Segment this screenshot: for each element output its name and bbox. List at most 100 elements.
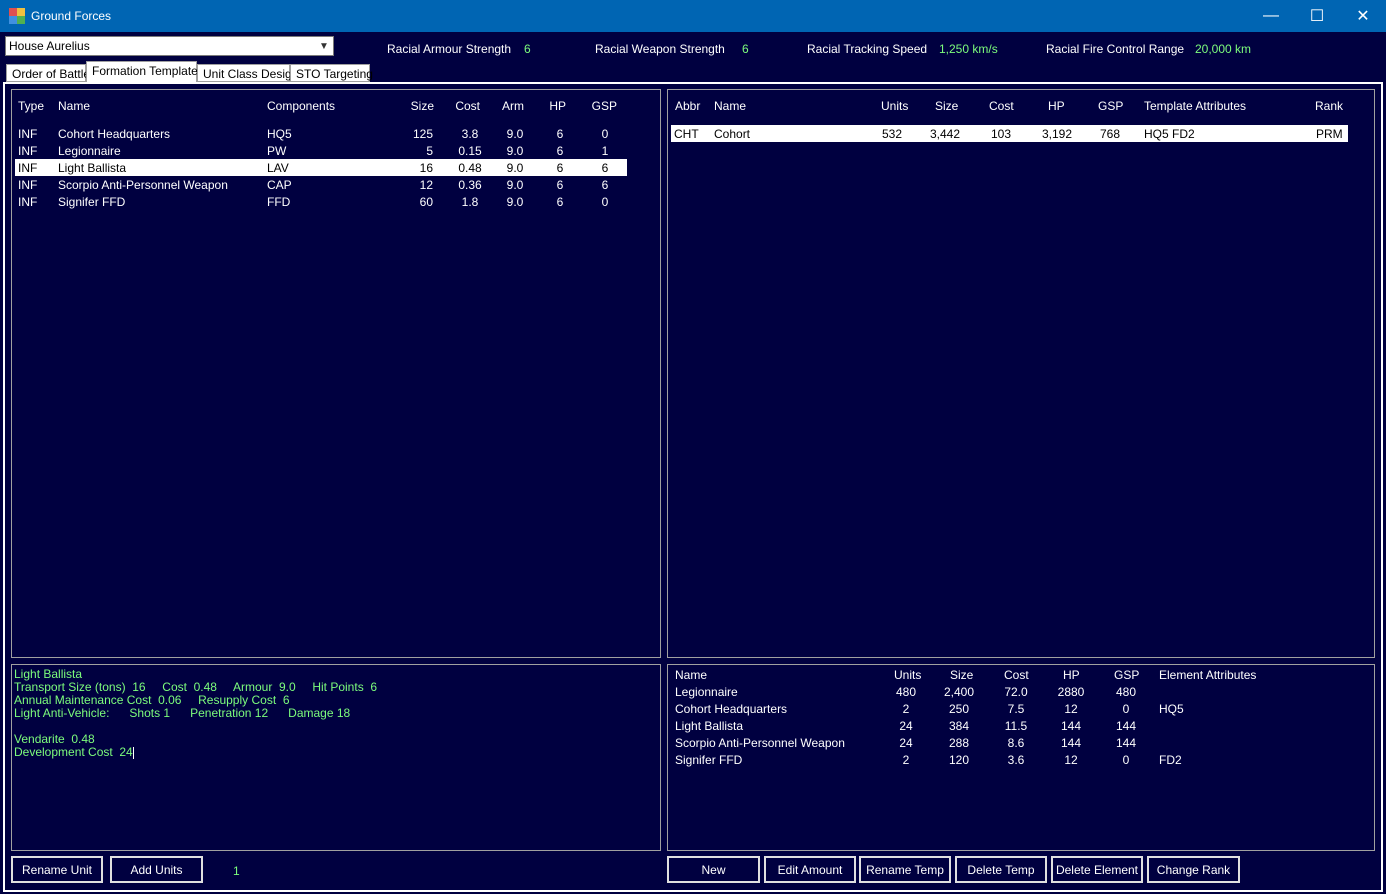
title-bar: Ground Forces — ☐ ✕	[0, 0, 1386, 32]
cell-components: FFD	[267, 195, 291, 209]
cell-arm: 9.0	[506, 144, 524, 158]
cell-type: INF	[18, 161, 38, 175]
cell-name: Scorpio Anti-Personnel Weapon	[58, 178, 228, 192]
col-name[interactable]: Name	[714, 99, 746, 113]
cell-components: HQ5	[267, 127, 292, 141]
table-row[interactable]: Signifer FFD 2 120 3.6 12 0 FD2	[671, 751, 1371, 768]
tab-unit-class-design[interactable]: Unit Class Design	[197, 64, 298, 82]
window-title: Ground Forces	[31, 9, 112, 23]
cell-size: 250	[948, 702, 970, 716]
cell-units: 532	[881, 127, 902, 141]
element-list-panel[interactable]: Name Units Size Cost HP GSP Element Attr…	[667, 664, 1375, 851]
maximize-icon[interactable]: ☐	[1294, 0, 1340, 32]
new-template-button[interactable]: New	[667, 856, 760, 883]
racial-armour-label: Racial Armour Strength	[387, 42, 512, 56]
col-arm[interactable]: Arm	[494, 99, 524, 113]
cell-gsp: 0	[601, 127, 609, 141]
table-row[interactable]: Cohort Headquarters 2 250 7.5 12 0 HQ5	[671, 700, 1371, 717]
add-units-button[interactable]: Add Units	[110, 856, 203, 883]
delete-template-button[interactable]: Delete Temp	[955, 856, 1047, 883]
col-hp[interactable]: HP	[542, 99, 566, 113]
unit-info-text[interactable]: Light Ballista Transport Size (tons) 16 …	[14, 668, 377, 759]
table-row[interactable]: INF Cohort Headquarters HQ5 125 3.8 9.0 …	[15, 125, 627, 142]
tab-order-of-battle[interactable]: Order of Battle	[6, 64, 90, 82]
col-type[interactable]: Type	[18, 99, 44, 113]
cell-type: INF	[18, 127, 38, 141]
table-row[interactable]: INF Scorpio Anti-Personnel Weapon CAP 12…	[15, 176, 627, 193]
cell-components: LAV	[267, 161, 289, 175]
racial-tracking-label: Racial Tracking Speed	[807, 42, 928, 56]
race-select[interactable]: House Aurelius ▼	[5, 36, 334, 56]
col-cost[interactable]: Cost	[1004, 668, 1029, 682]
cell-hp: 144	[1060, 719, 1082, 733]
col-units[interactable]: Units	[881, 99, 908, 113]
col-name[interactable]: Name	[58, 99, 90, 113]
cell-cost: 8.6	[1007, 736, 1025, 750]
col-gsp[interactable]: GSP	[587, 99, 617, 113]
cell-size: 2,400	[943, 685, 975, 699]
cell-gsp: 0	[1122, 753, 1130, 767]
cell-arm: 9.0	[506, 161, 524, 175]
table-row-selected[interactable]: CHT Cohort 532 3,442 103 3,192 768 HQ5 F…	[671, 125, 1348, 142]
col-size[interactable]: Size	[404, 99, 434, 113]
racial-weapon-label: Racial Weapon Strength	[595, 42, 725, 56]
cell-name: Light Ballista	[675, 719, 744, 733]
col-cost[interactable]: Cost	[989, 99, 1014, 113]
cell-size: 60	[419, 195, 433, 209]
cell-hp: 144	[1060, 736, 1082, 750]
unit-list-panel[interactable]: Type Name Components Size Cost Arm HP GS…	[11, 89, 661, 658]
cell-size: 16	[419, 161, 433, 175]
cell-cost: 0.36	[458, 178, 482, 192]
col-rank[interactable]: Rank	[1315, 99, 1343, 113]
racial-tracking-value: 1,250 km/s	[939, 42, 998, 56]
app-icon	[9, 8, 25, 24]
cell-cost: 0.48	[458, 161, 482, 175]
unit-info-panel[interactable]: Light Ballista Transport Size (tons) 16 …	[11, 664, 661, 851]
cell-cost: 3.8	[461, 127, 479, 141]
cell-type: INF	[18, 144, 38, 158]
close-icon[interactable]: ✕	[1340, 0, 1386, 32]
cell-size: 120	[948, 753, 970, 767]
cell-hp: 6	[556, 195, 564, 209]
minimize-icon[interactable]: —	[1248, 0, 1294, 32]
col-components[interactable]: Components	[267, 99, 335, 113]
table-row[interactable]: Light Ballista 24 384 11.5 144 144	[671, 717, 1371, 734]
rename-unit-button[interactable]: Rename Unit	[11, 856, 103, 883]
col-size[interactable]: Size	[935, 99, 958, 113]
cell-gsp: 6	[601, 178, 609, 192]
cell-gsp: 0	[1122, 702, 1130, 716]
col-cost[interactable]: Cost	[448, 99, 480, 113]
table-row[interactable]: INF Signifer FFD FFD 60 1.8 9.0 6 0	[15, 193, 627, 210]
cell-cost: 0.15	[458, 144, 482, 158]
col-hp[interactable]: HP	[1063, 668, 1080, 682]
col-name[interactable]: Name	[675, 668, 707, 682]
cell-cost: 7.5	[1007, 702, 1025, 716]
rename-template-button[interactable]: Rename Temp	[859, 856, 951, 883]
col-size[interactable]: Size	[950, 668, 973, 682]
col-template-attributes[interactable]: Template Attributes	[1144, 99, 1246, 113]
tab-sto-targeting[interactable]: STO Targeting	[290, 64, 373, 82]
col-element-attributes[interactable]: Element Attributes	[1159, 668, 1256, 682]
col-gsp[interactable]: GSP	[1098, 99, 1123, 113]
tab-formation-templates[interactable]: Formation Templates	[86, 61, 204, 82]
template-list-panel[interactable]: Abbr Name Units Size Cost HP GSP Templat…	[667, 89, 1375, 658]
delete-element-button[interactable]: Delete Element	[1051, 856, 1143, 883]
add-units-amount[interactable]: 1	[233, 864, 240, 878]
edit-amount-button[interactable]: Edit Amount	[764, 856, 856, 883]
cell-rank: PRM	[1316, 127, 1343, 141]
col-gsp[interactable]: GSP	[1114, 668, 1139, 682]
cell-cost: 3.6	[1007, 753, 1025, 767]
table-row[interactable]: INF Legionnaire PW 5 0.15 9.0 6 1	[15, 142, 627, 159]
info-line-dev-cost: Development Cost 24	[14, 745, 133, 759]
table-row[interactable]: Legionnaire 480 2,400 72.0 2880 480	[671, 683, 1371, 700]
change-rank-button[interactable]: Change Rank	[1147, 856, 1240, 883]
table-row[interactable]: Scorpio Anti-Personnel Weapon 24 288 8.6…	[671, 734, 1371, 751]
col-hp[interactable]: HP	[1048, 99, 1065, 113]
cell-gsp: 480	[1115, 685, 1137, 699]
col-abbr[interactable]: Abbr	[675, 99, 700, 113]
cell-name: Signifer FFD	[58, 195, 126, 209]
table-row-selected[interactable]: INF Light Ballista LAV 16 0.48 9.0 6 6	[15, 159, 627, 176]
chevron-down-icon[interactable]: ▼	[315, 37, 333, 55]
col-units[interactable]: Units	[894, 668, 921, 682]
cell-gsp: 768	[1099, 127, 1121, 141]
